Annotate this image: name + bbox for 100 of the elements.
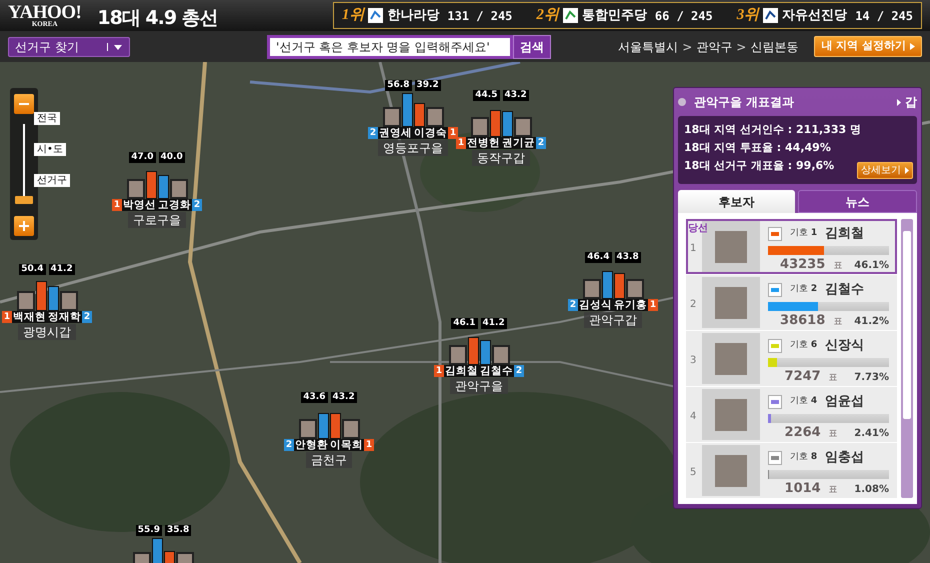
breadcrumb-separator: > <box>682 38 692 56</box>
photo-placeholder <box>715 342 747 374</box>
candidate-name: 이경숙 <box>413 127 448 139</box>
district-finder-dropdown[interactable]: 선거구 찾기 <box>8 36 130 56</box>
breadcrumb-link[interactable]: 서울특별시 <box>618 38 678 56</box>
zoom-handle[interactable] <box>15 196 33 204</box>
candidate-item[interactable]: 5 기호 8 임충섭 1014 표 1.08% <box>686 443 897 498</box>
candidate-item[interactable]: 당선 1 기호 1 김희철 43235 표 46.1% <box>686 219 897 274</box>
rank-number: 5 <box>690 466 696 480</box>
candidate-name: 정재학 <box>47 311 82 323</box>
zoom-level-label[interactable]: 선거구 <box>34 174 70 187</box>
candidate-name: 김철수 <box>479 365 514 377</box>
photo-placeholder <box>342 419 360 439</box>
photo-placeholder <box>715 398 747 430</box>
search-field[interactable]: '선거구 혹은 후보자 명을 입력해주세요' <box>267 34 513 58</box>
tab[interactable]: 뉴스 <box>798 190 917 213</box>
vote-share-label: 43.6 <box>301 392 328 403</box>
vote-share-label: 35.8 <box>165 525 192 536</box>
vote-share-label: 43.2 <box>502 90 529 101</box>
vote-count: 2264 <box>784 424 821 442</box>
zoom-out-button[interactable] <box>14 94 34 114</box>
candidate-number: 1 <box>448 127 458 139</box>
photo-placeholder <box>448 345 466 365</box>
candidate-item[interactable]: 3 기호 6 신장식 7247 표 7.73% <box>686 331 897 386</box>
district-switch-link[interactable]: 갑 <box>897 93 917 111</box>
candidate-item[interactable]: 4 기호 4 엄윤섭 2264 표 2.41% <box>686 387 897 442</box>
winner-label: 당선 <box>688 222 708 236</box>
party-logo-icon <box>763 8 778 23</box>
vote-share-label: 43.8 <box>614 252 641 263</box>
party-name: 통합민주당 <box>582 6 647 25</box>
photo-placeholder <box>16 291 34 311</box>
stat-text: 18대 지역 선거인수 : 211,333 명 <box>684 122 861 138</box>
candidate-number: 2 <box>514 365 524 377</box>
district-label[interactable]: 영등포구을 <box>378 140 448 156</box>
photo-placeholder <box>715 230 747 262</box>
seat-count: 131 / 245 <box>447 8 512 24</box>
vote-count: 38618 <box>780 312 826 330</box>
vote-count: 7247 <box>784 368 821 386</box>
photo-placeholder <box>470 117 488 137</box>
stat-text: 18대 선거구 개표율 : 99,6% <box>684 158 834 174</box>
district-label[interactable]: 구로구을 <box>128 212 186 228</box>
vote-unit: 표 <box>833 316 842 328</box>
candidate-number: 2 <box>536 137 546 149</box>
district-label[interactable]: 관악구갑 <box>584 312 642 328</box>
photo-placeholder <box>170 179 188 199</box>
photo-placeholder <box>514 117 532 137</box>
photo-placeholder <box>626 279 644 299</box>
zoom-in-button[interactable] <box>14 216 34 236</box>
seat-count: 66 / 245 <box>654 8 713 24</box>
rank-label: 2위 <box>536 6 559 26</box>
vote-share-label: 47.0 <box>129 152 156 163</box>
candidate-number: 1 <box>112 199 122 211</box>
candidate-number: 2 <box>568 299 578 311</box>
caret-icon <box>107 42 123 52</box>
candidate-name: 전병헌 <box>466 137 501 149</box>
tab[interactable]: 후보자 <box>678 190 795 213</box>
district-label[interactable]: 관악구을 <box>450 378 508 394</box>
vote-unit: 표 <box>833 260 842 272</box>
vote-count: 43235 <box>780 256 826 274</box>
arrow-icon <box>897 98 901 106</box>
symbol-label: 기호 1 <box>790 227 818 240</box>
zoom-level-label[interactable]: 전국 <box>34 112 60 125</box>
candidate-name: 김철수 <box>825 281 864 299</box>
candidate-name: 박영선 <box>122 199 157 211</box>
candidate-item[interactable]: 2 기호 2 김철수 38618 표 41.2% <box>686 275 897 330</box>
vote-share-label: 39.2 <box>414 80 441 91</box>
district-label[interactable]: 금천구 <box>306 452 352 468</box>
rank-label: 1위 <box>342 6 364 26</box>
candidate-number: 2 <box>368 127 378 139</box>
candidate-name: 임충섭 <box>825 449 864 467</box>
district-label[interactable]: 광명시갑 <box>18 324 76 340</box>
vote-share-label: 56.8 <box>385 80 412 91</box>
district-label[interactable]: 동작구갑 <box>472 150 530 166</box>
scrollbar[interactable] <box>901 219 913 498</box>
candidate-number: 1 <box>364 439 374 451</box>
candidate-name: 이목희 <box>329 439 364 451</box>
candidate-name: 신장식 <box>825 337 864 355</box>
vote-unit: 표 <box>828 484 838 496</box>
breadcrumb-link[interactable]: 신림본동 <box>750 38 798 56</box>
party-logo-icon <box>768 394 782 409</box>
candidate-name: 김희철 <box>444 365 479 377</box>
candidate-number: 2 <box>82 311 92 323</box>
candidate-number: 2 <box>192 199 202 211</box>
party-logo-icon <box>768 226 782 241</box>
vote-share-label: 41.2 <box>480 318 507 329</box>
search-button[interactable]: 검색 <box>513 34 551 58</box>
candidate-name: 김성식 <box>578 299 613 311</box>
candidate-number: 1 <box>648 299 658 311</box>
candidate-name: 권기균 <box>501 137 536 149</box>
rank-number: 2 <box>690 298 696 312</box>
candidate-name: 유기홍 <box>613 299 648 311</box>
symbol-label: 기호 6 <box>790 339 818 352</box>
photo-placeholder <box>426 107 444 127</box>
breadcrumb-link[interactable]: 관악구 <box>696 38 732 56</box>
zoom-level-label[interactable]: 시•도 <box>34 143 66 156</box>
party-logo-icon <box>768 338 782 353</box>
candidate-number: 2 <box>284 439 294 451</box>
symbol-label: 기호 4 <box>790 395 818 408</box>
panel-title: 관악구을 개표결과 <box>694 94 794 111</box>
rank-number: 1 <box>690 242 696 256</box>
